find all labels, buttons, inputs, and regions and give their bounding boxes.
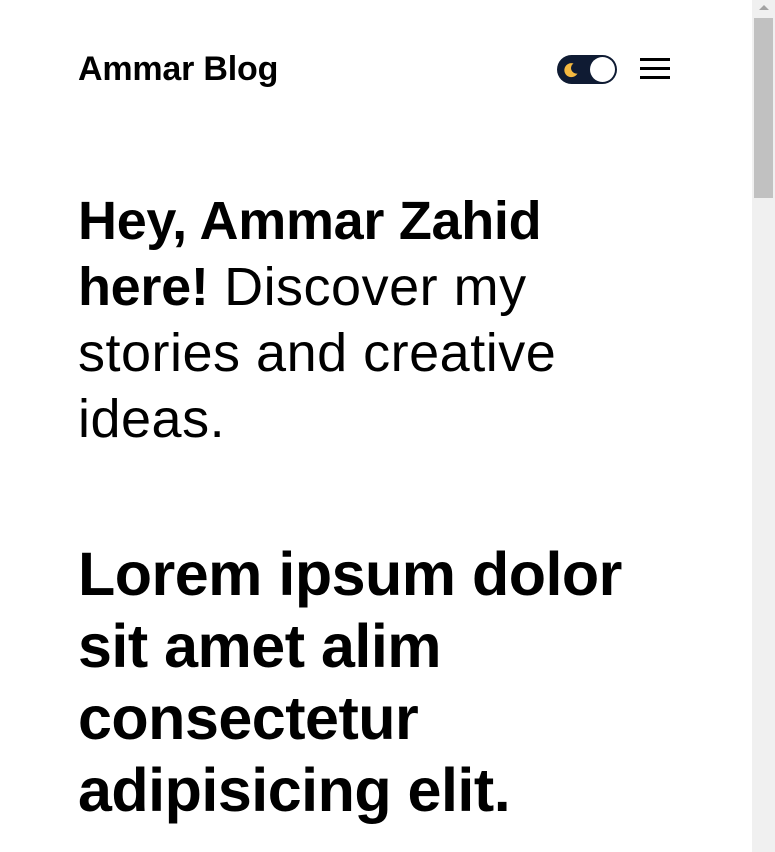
post-title: Lorem ipsum dolor sit amet alim consecte… (78, 538, 678, 826)
scroll-up-arrow-icon[interactable] (759, 5, 769, 10)
hamburger-icon-bar (640, 58, 670, 61)
hamburger-icon-bar (640, 76, 670, 79)
post-title-link[interactable]: Lorem ipsum dolor sit amet alim consecte… (78, 540, 622, 824)
scrollbar-thumb[interactable] (754, 18, 773, 198)
theme-toggle[interactable] (557, 55, 617, 84)
hamburger-icon-bar (640, 67, 670, 70)
toggle-knob (590, 57, 615, 82)
vertical-scrollbar[interactable] (752, 0, 775, 852)
page: Ammar Blog Hey, Ammar Zahid here! Discov… (0, 0, 752, 852)
menu-button[interactable] (639, 56, 671, 82)
site-header: Ammar Blog (78, 48, 670, 90)
intro-text: Hey, Ammar Zahid here! Discover my stori… (78, 188, 678, 452)
site-title-link[interactable]: Ammar Blog (78, 48, 278, 90)
moon-icon (564, 63, 578, 78)
